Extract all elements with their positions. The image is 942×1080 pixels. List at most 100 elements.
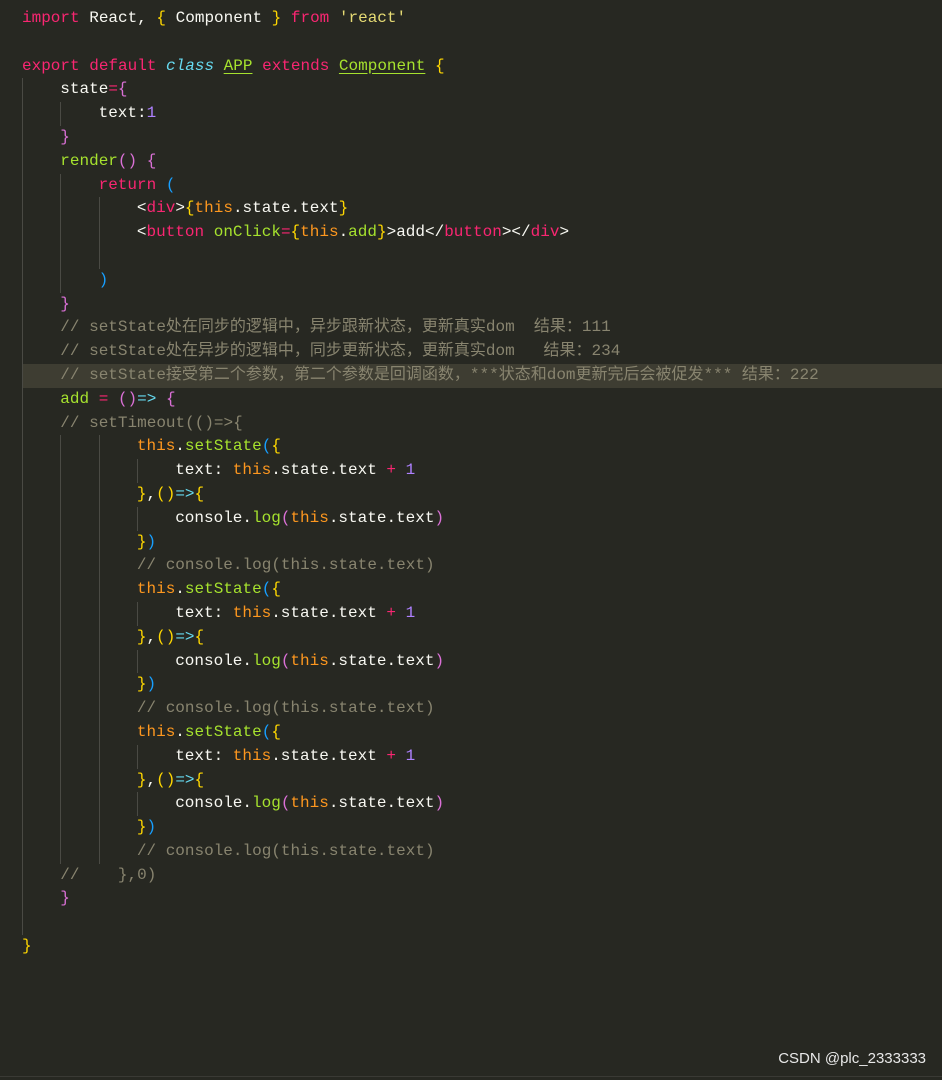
code-line[interactable]: // },0) (22, 864, 942, 888)
code-token: } (136, 770, 147, 789)
code-line[interactable]: console.log(this.state.text) (22, 507, 942, 531)
code-line[interactable]: export default class APP extends Compone… (22, 55, 942, 79)
code-line[interactable]: text:1 (22, 102, 942, 126)
indent-guide (99, 531, 137, 555)
code-token: { (271, 437, 281, 456)
code-line[interactable]: } (22, 935, 942, 959)
code-line[interactable]: ) (22, 269, 942, 293)
code-line[interactable] (22, 911, 942, 935)
code-token: ></ (501, 223, 531, 242)
code-token: ( (280, 508, 291, 527)
code-line[interactable]: text: this.state.text + 1 (22, 459, 942, 483)
indent-guide (60, 602, 98, 626)
code-token: div (530, 223, 560, 242)
code-token: ) (165, 484, 176, 503)
code-token: } (338, 199, 349, 218)
code-token: setState (184, 580, 262, 599)
indent-guide (22, 483, 60, 507)
code-token: ) (146, 532, 157, 551)
code-line[interactable]: console.log(this.state.text) (22, 792, 942, 816)
code-token: { (165, 389, 176, 408)
code-line[interactable]: text: this.state.text + 1 (22, 745, 942, 769)
code-line[interactable]: // console.log(this.state.text) (22, 697, 942, 721)
code-line[interactable]: // console.log(this.state.text) (22, 554, 942, 578)
indent-guide (60, 174, 98, 198)
code-token: ( (117, 389, 128, 408)
code-token: ( (117, 151, 128, 170)
indent-guide (60, 245, 98, 269)
code-token: // setState接受第二个参数，第二个参数是回调函数，***状态和dom更… (60, 365, 819, 384)
indent-guide (22, 864, 60, 888)
code-token: this (290, 651, 329, 670)
indent-guide (60, 745, 98, 769)
code-line[interactable] (22, 245, 942, 269)
code-token: } (60, 889, 70, 908)
code-line[interactable]: <div>{this.state.text} (22, 197, 942, 221)
code-line[interactable]: this.setState({ (22, 435, 942, 459)
indent-guide (22, 340, 60, 364)
code-line[interactable]: import React, { Component } from 'react' (22, 7, 942, 31)
code-line[interactable]: add = ()=> { (22, 388, 942, 412)
code-line[interactable]: },()=>{ (22, 483, 942, 507)
indent-guide (22, 554, 60, 578)
code-line[interactable]: } (22, 293, 942, 317)
code-line[interactable]: this.setState({ (22, 578, 942, 602)
code-line[interactable]: <button onClick={this.add}>add</button><… (22, 221, 942, 245)
code-token: => (175, 484, 195, 503)
code-line[interactable]: // console.log(this.state.text) (22, 840, 942, 864)
indent-guide (60, 697, 98, 721)
code-line[interactable]: } (22, 887, 942, 911)
code-line[interactable]: }) (22, 673, 942, 697)
code-token: // console.log(this.state.text) (136, 699, 435, 718)
code-token: this (136, 580, 176, 599)
code-line[interactable]: } (22, 126, 942, 150)
code-line[interactable]: // setState处在同步的逻辑中，异步跟新状态，更新真实dom 结果：11… (22, 316, 942, 340)
code-line[interactable]: state={ (22, 78, 942, 102)
code-line[interactable]: return ( (22, 174, 942, 198)
code-token: { (194, 770, 205, 789)
code-token: = (108, 80, 118, 99)
code-line[interactable] (22, 31, 942, 55)
indent-guide (22, 412, 60, 436)
code-token: log (252, 794, 281, 813)
code-token: extends (262, 56, 330, 75)
indent-guide (99, 578, 137, 602)
code-token: . (175, 437, 185, 456)
code-token: setState (184, 437, 262, 456)
code-line[interactable]: }) (22, 531, 942, 555)
code-token: = (98, 389, 109, 408)
code-line[interactable]: text: this.state.text + 1 (22, 602, 942, 626)
indent-guide (137, 459, 175, 483)
code-line[interactable]: this.setState({ (22, 721, 942, 745)
code-token: // console.log(this.state.text) (136, 841, 435, 860)
code-line[interactable]: // setTimeout(()=>{ (22, 412, 942, 436)
code-token: < (136, 223, 147, 242)
code-line[interactable]: render() { (22, 150, 942, 174)
code-token: } (271, 9, 282, 27)
code-editor[interactable]: import React, { Component } from 'react'… (22, 7, 942, 959)
code-line[interactable]: // setState处在异步的逻辑中，同步更新状态，更新真实dom 结果：23… (22, 340, 942, 364)
code-line[interactable]: },()=>{ (22, 769, 942, 793)
indent-guide (99, 816, 137, 840)
code-line[interactable]: // setState接受第二个参数，第二个参数是回调函数，***状态和dom更… (22, 363, 942, 388)
indent-guide (22, 293, 60, 317)
code-token: ( (280, 794, 291, 813)
code-token: return (98, 175, 157, 194)
code-token: . (175, 722, 185, 741)
indent-guide (60, 483, 98, 507)
indent-guide (22, 697, 60, 721)
code-token: button (444, 223, 502, 242)
code-line[interactable]: }) (22, 816, 942, 840)
code-line[interactable]: console.log(this.state.text) (22, 650, 942, 674)
code-token: 1 (405, 461, 416, 480)
indent-guide (60, 435, 98, 459)
code-token: text: (175, 461, 233, 480)
code-token: 'react' (338, 9, 407, 27)
indent-guide (99, 769, 137, 793)
code-line[interactable]: },()=>{ (22, 626, 942, 650)
